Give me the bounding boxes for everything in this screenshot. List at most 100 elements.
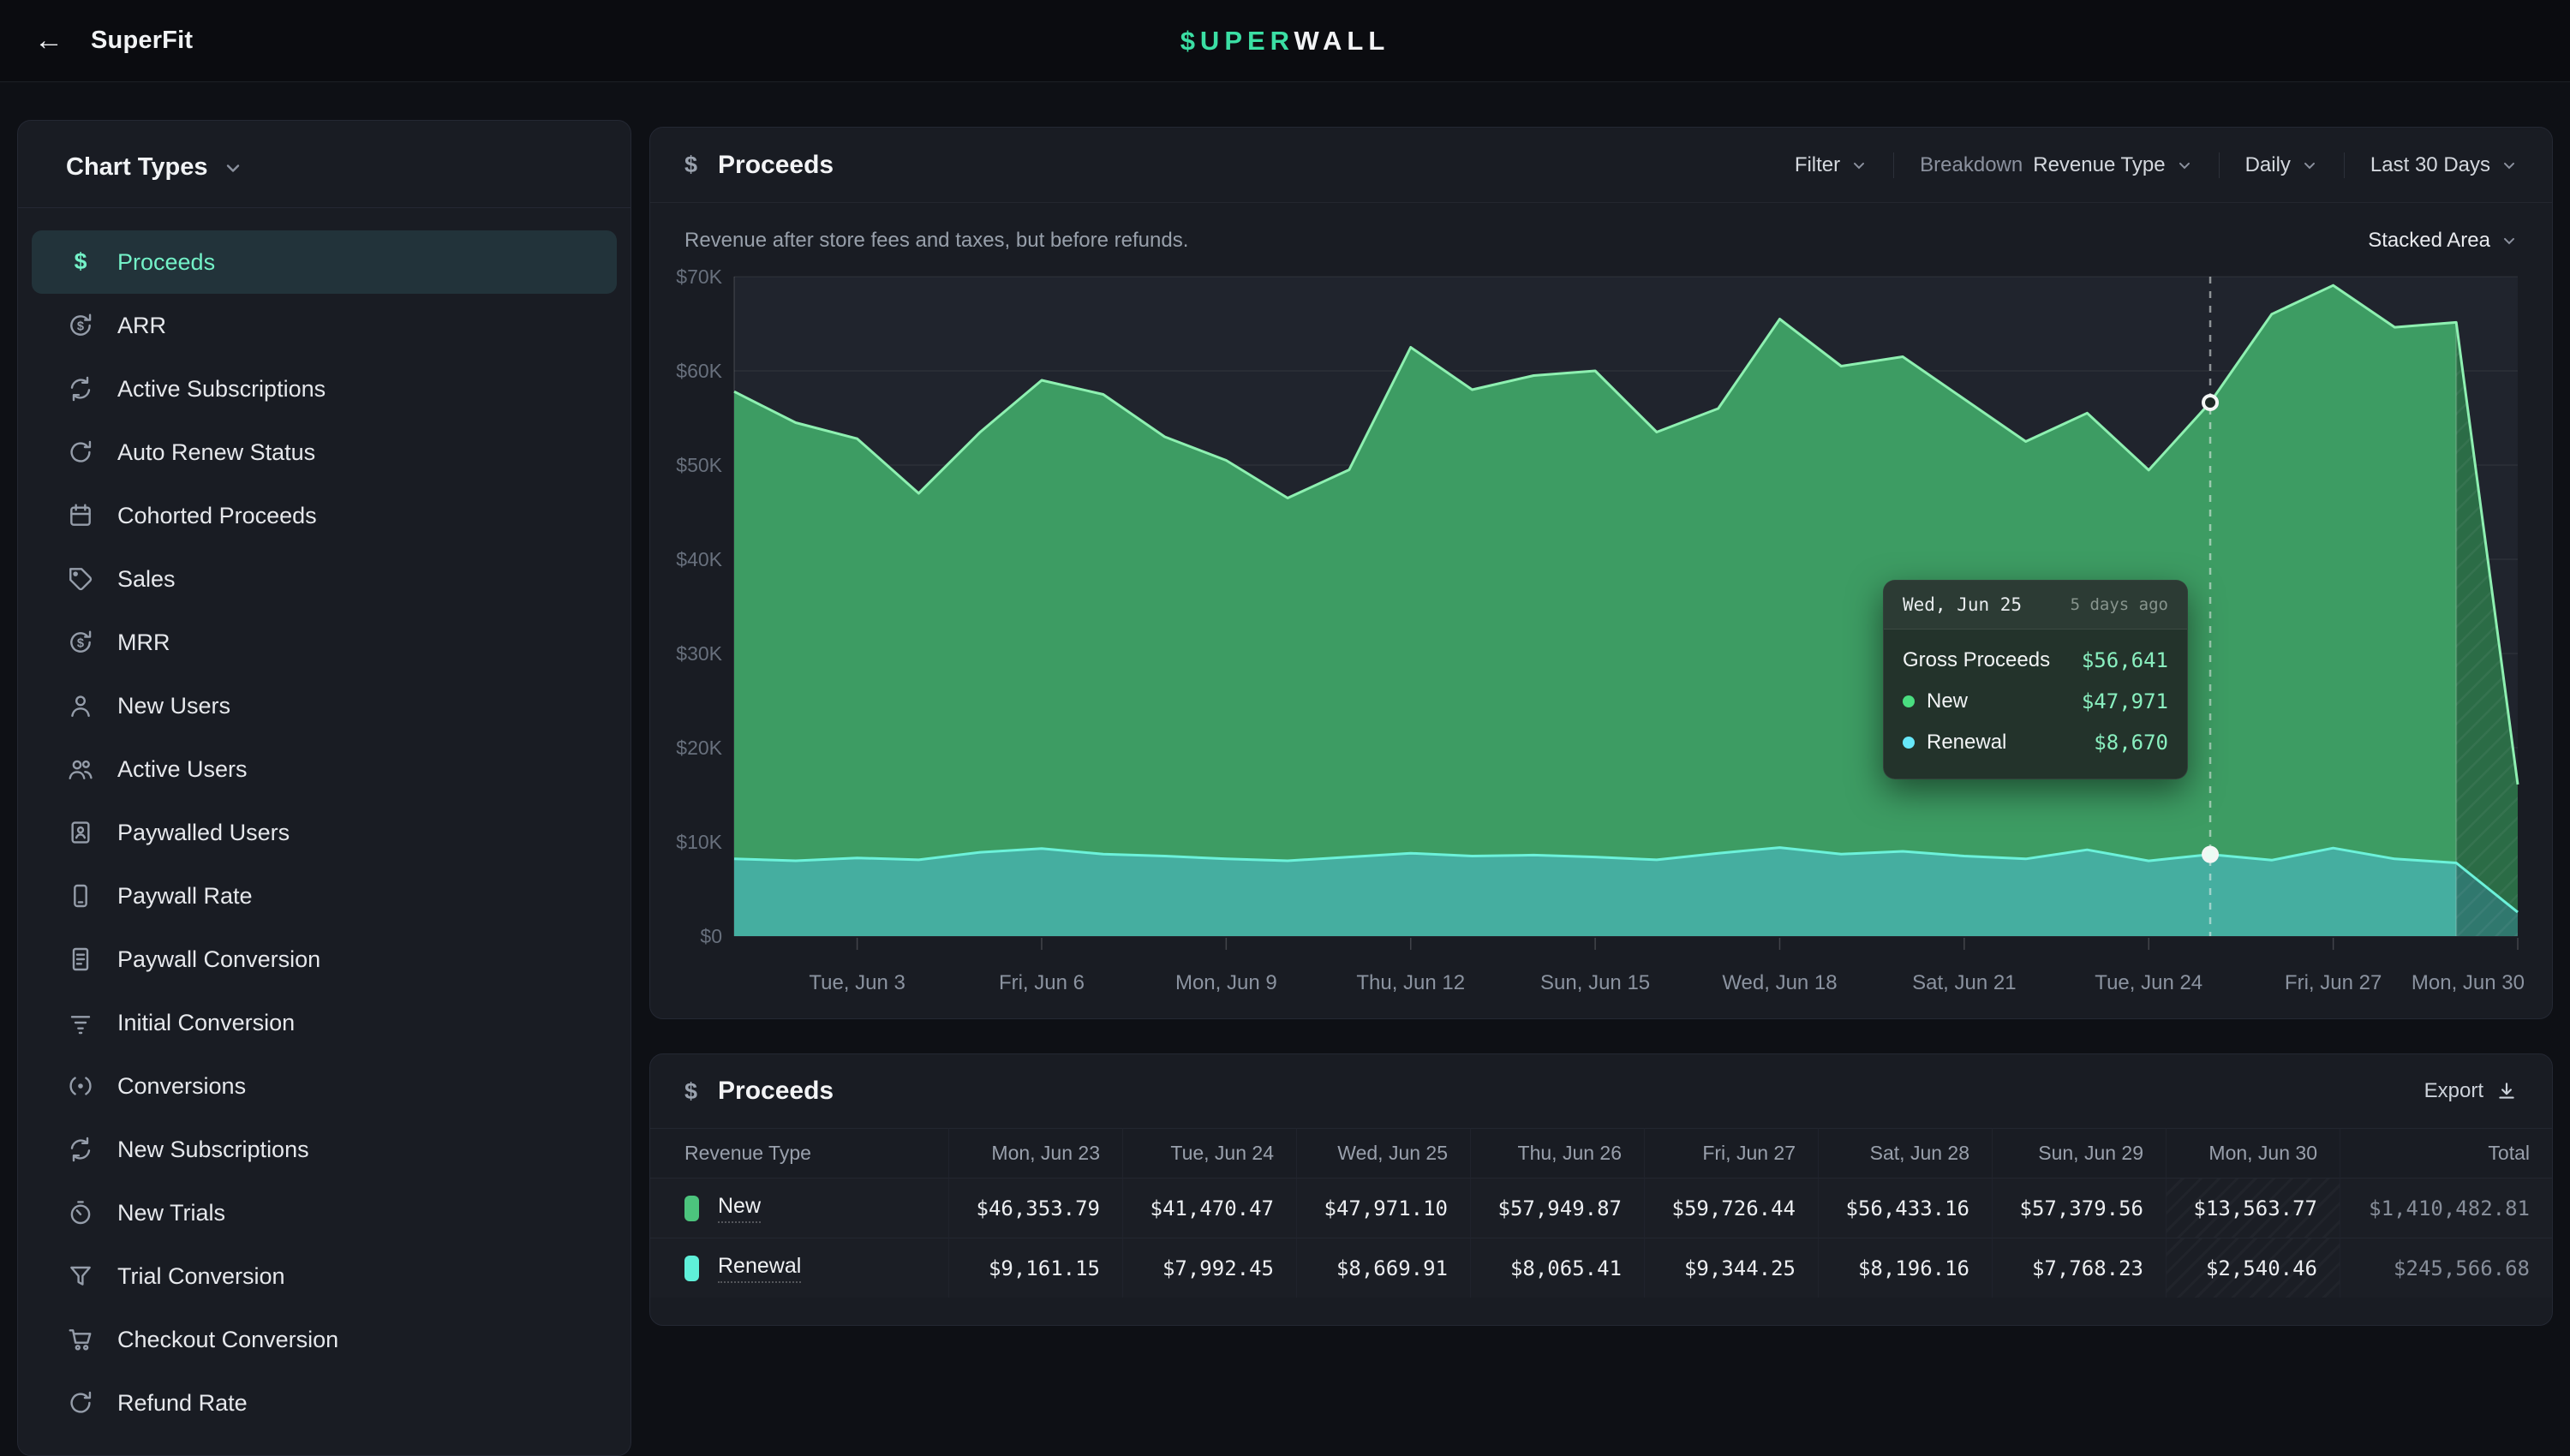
tooltip-row-value: $56,641 (2082, 648, 2168, 672)
dollar-cycle-icon: $ (66, 628, 95, 657)
logo-rest: WALL (1294, 26, 1390, 56)
sidebar-item-label: Cohorted Proceeds (117, 503, 317, 529)
y-axis-label: $70K (676, 266, 722, 288)
sidebar-item-paywall-rate[interactable]: Paywall Rate (32, 864, 617, 928)
sidebar-item-trial-conversion[interactable]: Trial Conversion (32, 1244, 617, 1308)
x-axis-label: Sun, Jun 15 (1540, 971, 1650, 994)
sidebar-item-new-trials[interactable]: New Trials (32, 1181, 617, 1244)
refresh-icon (66, 438, 95, 467)
sidebar-item-label: Active Subscriptions (117, 376, 326, 403)
sidebar-item-proceeds[interactable]: $ Proceeds (32, 230, 617, 294)
table-column-header: Fri, Jun 27 (1644, 1128, 1818, 1178)
dollar-icon: $ (66, 248, 95, 277)
proceeds-table-card: $ Proceeds Export Revenue TypeMon, Jun 2… (649, 1053, 2553, 1326)
sidebar-item-cohorted-proceeds[interactable]: Cohorted Proceeds (32, 484, 617, 547)
sidebar-item-sales[interactable]: Sales (32, 547, 617, 611)
chart-type-dropdown[interactable]: Stacked Area (2368, 229, 2518, 253)
sidebar-item-mrr[interactable]: $ MRR (32, 611, 617, 674)
tooltip-row-label: Gross Proceeds (1903, 648, 2050, 672)
table-column-header: Sat, Jun 28 (1818, 1128, 1992, 1178)
table-cell: $8,669.91 (1296, 1238, 1470, 1298)
chart-type-list: $Proceeds$ARRActive SubscriptionsAuto Re… (18, 208, 631, 1435)
highlight-marker-gross (2203, 396, 2217, 409)
sidebar-item-label: ARR (117, 313, 166, 339)
chart-tooltip: Wed, Jun 25 5 days ago Gross Proceeds$56… (1883, 580, 2188, 779)
x-axis-label: Mon, Jun 9 (1175, 971, 1277, 994)
y-axis-label: $0 (700, 925, 722, 947)
table-total-cell: $1,410,482.81 (2340, 1178, 2552, 1238)
sidebar-item-label: MRR (117, 630, 170, 656)
tooltip-row-value: $8,670 (2094, 731, 2168, 755)
target-icon (66, 1071, 95, 1101)
date-range-dropdown[interactable]: Last 30 Days (2370, 153, 2518, 177)
sidebar-item-label: Paywall Rate (117, 883, 253, 910)
y-axis-label: $10K (676, 831, 722, 853)
svg-text:$: $ (77, 636, 84, 650)
sidebar-item-label: Sales (117, 566, 176, 593)
table-cell: $57,379.56 (1992, 1178, 2166, 1238)
phone-icon (66, 881, 95, 910)
granularity-dropdown[interactable]: Daily (2245, 153, 2318, 177)
sidebar-item-paywalled-users[interactable]: Paywalled Users (32, 801, 617, 864)
sidebar-item-paywall-conversion[interactable]: Paywall Conversion (32, 928, 617, 991)
x-axis-label: Sat, Jun 21 (1912, 971, 2016, 994)
sidebar-item-new-users[interactable]: New Users (32, 674, 617, 737)
tooltip-ago: 5 days ago (2071, 595, 2168, 614)
filter-dropdown[interactable]: Filter (1795, 153, 1868, 177)
sidebar-item-label: New Trials (117, 1200, 225, 1226)
table-row-label-renewal: Renewal (650, 1238, 948, 1298)
app-name: SuperFit (91, 27, 193, 55)
proceeds-chart-card: $ Proceeds Filter Breakdown Revenue Type… (649, 127, 2553, 1019)
table-card-title: Proceeds (718, 1077, 834, 1106)
sidebar-item-label: New Users (117, 693, 230, 719)
table-cell: $59,726.44 (1644, 1178, 1818, 1238)
chart-type-value: Stacked Area (2368, 229, 2490, 253)
tooltip-row-value: $47,971 (2082, 689, 2168, 713)
table-total-cell: $245,566.68 (2340, 1238, 2552, 1298)
breakdown-dropdown[interactable]: Breakdown Revenue Type (1920, 153, 2192, 177)
table-column-header: Revenue Type (650, 1128, 948, 1178)
series-name: Renewal (718, 1254, 801, 1283)
chart-controls: Filter Breakdown Revenue Type Daily Last… (1795, 152, 2518, 178)
y-axis-label: $40K (676, 548, 722, 570)
tooltip-row-label: New (1927, 689, 1968, 713)
stacked-area-chart[interactable]: $0$10K$20K$30K$40K$50K$60K$70KTue, Jun 3… (666, 265, 2537, 1018)
renewal-area (734, 848, 2518, 936)
table-column-header: Sun, Jun 29 (1992, 1128, 2166, 1178)
x-axis-label: Wed, Jun 18 (1722, 971, 1837, 994)
chart-subtitle: Revenue after store fees and taxes, but … (684, 229, 1188, 253)
granularity-value: Daily (2245, 153, 2291, 177)
sidebar-item-active-users[interactable]: Active Users (32, 737, 617, 801)
sidebar-item-auto-renew-status[interactable]: Auto Renew Status (32, 421, 617, 484)
sidebar-item-checkout-conversion[interactable]: Checkout Conversion (32, 1308, 617, 1371)
breakdown-value: Revenue Type (2033, 153, 2165, 177)
chart-svg: $0$10K$20K$30K$40K$50K$60K$70KTue, Jun 3… (666, 265, 2538, 1011)
sidebar-item-conversions[interactable]: Conversions (32, 1054, 617, 1118)
tooltip-row-label: Renewal (1927, 731, 2006, 755)
cycle-icon (66, 1135, 95, 1164)
table-cell: $2,540.46 (2166, 1238, 2340, 1298)
sidebar-item-initial-conversion[interactable]: Initial Conversion (32, 991, 617, 1054)
sidebar-item-label: Proceeds (117, 249, 215, 276)
cart-icon (66, 1325, 95, 1354)
sidebar-item-active-subscriptions[interactable]: Active Subscriptions (32, 357, 617, 421)
sidebar-item-label: Auto Renew Status (117, 439, 315, 466)
sidebar-item-new-subscriptions[interactable]: New Subscriptions (32, 1118, 617, 1181)
export-label: Export (2424, 1079, 2483, 1103)
table-cell: $57,949.87 (1470, 1178, 1644, 1238)
x-axis-label: Tue, Jun 24 (2095, 971, 2202, 994)
timer-icon (66, 1198, 95, 1227)
chart-types-dropdown[interactable]: Chart Types (18, 121, 631, 207)
export-button[interactable]: Export (2424, 1079, 2518, 1103)
sidebar-item-arr[interactable]: $ARR (32, 294, 617, 357)
dollar-icon: $ (684, 152, 697, 178)
table-cell: $56,433.16 (1818, 1178, 1992, 1238)
chart-sub-row: Revenue after store fees and taxes, but … (650, 203, 2552, 258)
y-axis-label: $50K (676, 454, 722, 476)
sidebar-item-refund-rate[interactable]: Refund Rate (32, 1371, 617, 1435)
download-icon (2495, 1080, 2518, 1102)
back-arrow-icon[interactable]: ← (34, 24, 63, 57)
table-cell: $9,344.25 (1644, 1238, 1818, 1298)
table-column-header: Wed, Jun 25 (1296, 1128, 1470, 1178)
people-icon (66, 755, 95, 784)
